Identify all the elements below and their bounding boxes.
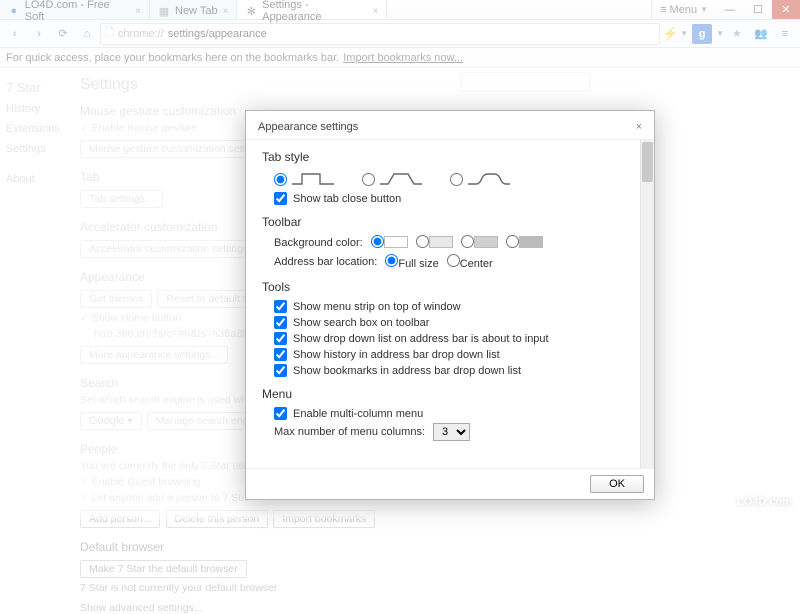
- addr-center-radio[interactable]: Center: [447, 254, 493, 270]
- ok-button[interactable]: OK: [590, 475, 644, 493]
- tool-check-4[interactable]: Show bookmarks in address bar drop down …: [274, 364, 638, 377]
- tab-style-option-2[interactable]: [362, 170, 424, 189]
- tab-shape-square-icon: [290, 170, 336, 186]
- max-columns-label: Max number of menu columns:: [274, 426, 425, 438]
- watermark-ring-icon: [711, 491, 733, 513]
- addr-full-radio[interactable]: Full size: [385, 254, 438, 270]
- dialog-title: Appearance settings: [258, 121, 358, 133]
- tool-check-1[interactable]: Show search box on toolbar: [274, 316, 638, 329]
- dialog-scrollbar[interactable]: [640, 140, 654, 468]
- bg-color-label: Background color:: [274, 237, 363, 249]
- tab-shape-rounded-icon: [466, 170, 512, 186]
- tab-style-option-3[interactable]: [450, 170, 512, 189]
- toolbar-heading: Toolbar: [262, 215, 638, 229]
- tool-check-2[interactable]: Show drop down list on address bar is ab…: [274, 332, 638, 345]
- multi-column-checkbox[interactable]: Enable multi-column menu: [274, 407, 638, 420]
- addr-loc-label: Address bar location:: [274, 256, 377, 268]
- watermark: LO4D.com: [711, 491, 792, 513]
- appearance-settings-dialog: Appearance settings × Tab style Show tab…: [245, 110, 655, 500]
- bg-color-option-3[interactable]: [461, 235, 498, 251]
- show-tab-close-checkbox[interactable]: Show tab close button: [274, 192, 638, 205]
- tab-shape-trapezoid-icon: [378, 170, 424, 186]
- bg-color-option-1[interactable]: [371, 235, 408, 251]
- section-default-browser: Default browser: [80, 540, 790, 554]
- bg-color-option-2[interactable]: [416, 235, 453, 251]
- tool-check-3[interactable]: Show history in address bar drop down li…: [274, 348, 638, 361]
- bg-color-option-4[interactable]: [506, 235, 543, 251]
- menu-heading: Menu: [262, 387, 638, 401]
- show-advanced-link[interactable]: Show advanced settings...: [80, 602, 790, 614]
- watermark-text: LO4D.com: [737, 496, 792, 508]
- default-status: 7 Star is not currently your default bro…: [80, 582, 790, 594]
- make-default-button[interactable]: Make 7 Star the default browser: [80, 560, 247, 578]
- max-columns-select[interactable]: 3: [433, 423, 470, 441]
- tool-check-0[interactable]: Show menu strip on top of window: [274, 300, 638, 313]
- tab-style-heading: Tab style: [262, 150, 638, 164]
- dialog-close-button[interactable]: ×: [636, 121, 642, 133]
- tools-heading: Tools: [262, 280, 638, 294]
- tab-style-option-1[interactable]: [274, 170, 336, 189]
